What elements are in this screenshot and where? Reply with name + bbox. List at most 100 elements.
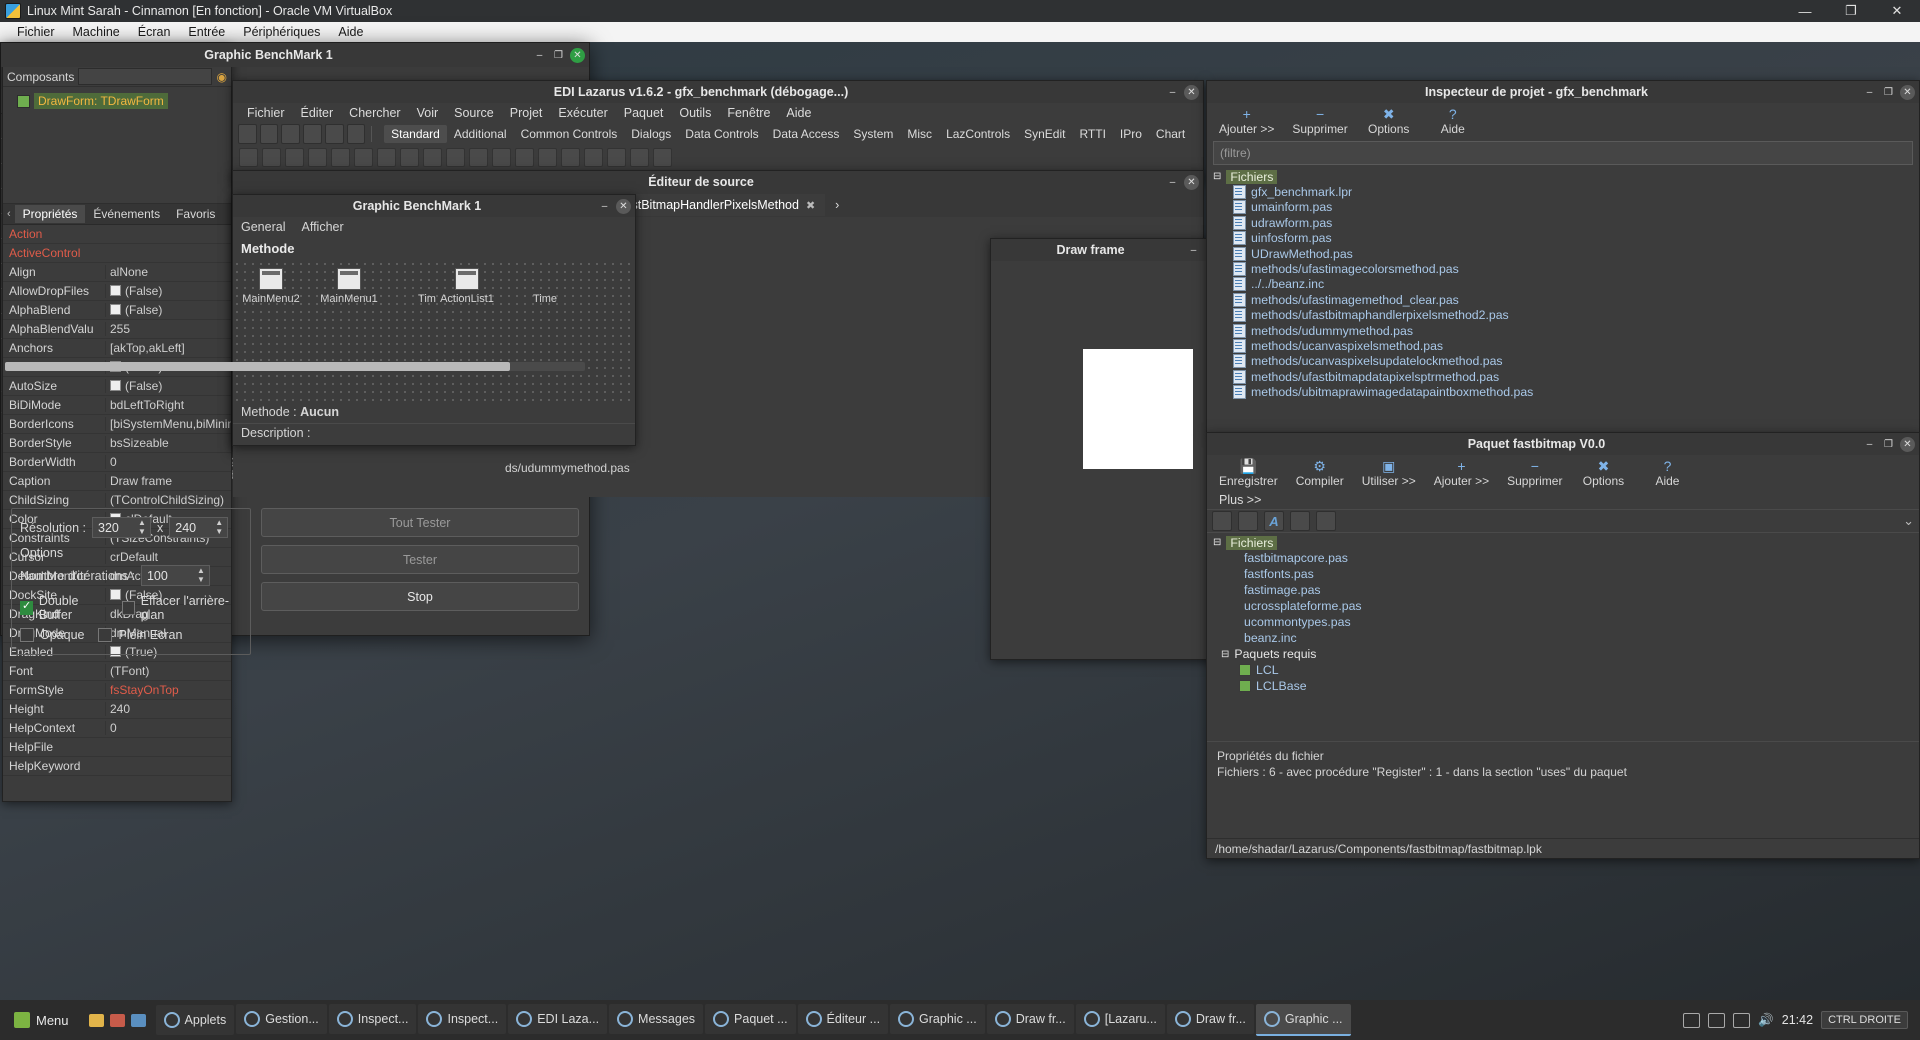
checkbox-row-2[interactable]: Opaque Plein Ecran <box>20 628 242 642</box>
scrollbar-thumb[interactable] <box>5 362 510 371</box>
groupbox-icon[interactable] <box>584 147 603 167</box>
gb-small-titlebar[interactable]: Graphic BenchMark 1 – ✕ <box>233 195 635 217</box>
files-icon[interactable] <box>88 1013 104 1027</box>
property-row[interactable]: AutoSize (False) <box>3 377 231 396</box>
terminal-icon[interactable] <box>130 1013 146 1027</box>
gb-small-tab-general[interactable]: General <box>241 220 301 234</box>
paquet-file-item[interactable]: ucrossplateforme.pas <box>1213 598 1919 614</box>
paquet-file-item[interactable]: ucommontypes.pas <box>1213 614 1919 630</box>
chevron-down-icon[interactable]: ⌄ <box>1903 513 1914 529</box>
tab-favoris[interactable]: Favoris <box>168 205 223 223</box>
tab-evenements[interactable]: Événements <box>85 205 168 223</box>
components-row[interactable]: Composants ◉ <box>3 67 231 87</box>
property-row[interactable]: BorderStyle bsSizeable <box>3 434 231 453</box>
checkbox-row-1[interactable]: Double Buffer Effacer l'arrière-plan <box>20 594 242 622</box>
component-mainmenu2[interactable]: MainMenu2 <box>241 268 301 305</box>
paquet-file-tree[interactable]: ⊟ Fichiers fastbitmapcore.pas fastfonts.pas… <box>1207 533 1919 741</box>
taskbar[interactable]: Menu Applets Gestion... Inspect... Inspect… <box>0 1000 1920 1040</box>
object-tree-row[interactable]: DrawForm: TDrawForm <box>7 93 227 109</box>
property-row[interactable]: AllowDropFiles (False) <box>3 282 231 301</box>
project-inspector-toolbar[interactable]: + Ajouter >> − Supprimer ✖ Options? Aide <box>1207 103 1919 139</box>
vbox-menu-machine[interactable]: Machine <box>64 25 129 39</box>
checkbox-icon[interactable] <box>469 147 488 167</box>
property-value[interactable]: bdLeftToRight <box>105 398 231 412</box>
benchmark-options-box[interactable]: Résolution : 320 ▲ ▼ x 240 ▲ ▼ Options Nom… <box>11 508 251 655</box>
tabs-scroll-left-icon[interactable]: ‹ <box>3 208 15 220</box>
property-value[interactable]: (False) <box>105 379 231 393</box>
save-all-icon[interactable] <box>324 124 344 144</box>
project-inspector-window[interactable]: Inspecteur de projet - gfx_benchmark – ❐… <box>1206 80 1920 434</box>
vbox-menu-entree[interactable]: Entrée <box>179 25 234 39</box>
property-row[interactable]: HelpFile <box>3 738 231 757</box>
property-row[interactable]: HelpKeyword <box>3 757 231 776</box>
components-combo[interactable] <box>78 68 212 85</box>
quick-launch[interactable] <box>81 1013 154 1027</box>
radiobutton-icon[interactable] <box>492 147 511 167</box>
popupmenu-icon[interactable] <box>331 147 350 167</box>
paquet-utiliser-button[interactable]: ▣ Utiliser >> <box>1362 458 1416 488</box>
paquet-ajouter-button[interactable]: + Ajouter >> <box>1434 458 1489 488</box>
taskbar-item[interactable]: Inspect... <box>418 1004 507 1034</box>
options-icon[interactable] <box>1238 511 1258 531</box>
property-value[interactable]: (TControlChildSizing) <box>105 493 231 507</box>
project-file-item[interactable]: methods/ucanvaspixelsupdatelockmethod.pa… <box>1213 354 1919 369</box>
close-icon[interactable]: ✕ <box>570 47 585 63</box>
tray-icon-2[interactable] <box>1708 1012 1726 1028</box>
property-row[interactable]: Font (TFont) <box>3 662 231 681</box>
plein-ecran-checkbox[interactable] <box>98 628 113 642</box>
minimize-icon[interactable]: – <box>1862 85 1877 100</box>
move-down-icon[interactable] <box>1316 511 1336 531</box>
move-up-icon[interactable] <box>1290 511 1310 531</box>
components-pin-icon[interactable]: ◉ <box>217 70 227 84</box>
taskbar-item[interactable]: Paquet ... <box>705 1004 796 1034</box>
close-icon[interactable]: ✕ <box>1184 84 1199 100</box>
new-file-icon[interactable] <box>238 124 257 144</box>
ide-menubar[interactable]: Fichier Éditer Chercher Voir Source Projet Exé… <box>233 103 1203 123</box>
stop-button[interactable]: Stop <box>261 582 579 611</box>
paquet-window-controls[interactable]: – ❐ ✕ <box>1862 436 1915 452</box>
property-row[interactable]: Caption Draw frame <box>3 472 231 491</box>
taskbar-item[interactable]: Éditeur ... <box>797 1004 889 1034</box>
project-options-button[interactable]: ✖ Options <box>1366 106 1412 136</box>
paquet-required-item[interactable]: LCL <box>1213 662 1919 678</box>
minimize-icon[interactable]: – <box>1165 175 1180 190</box>
togglebox-icon[interactable] <box>446 147 465 167</box>
taskbar-item[interactable]: Graphic ... <box>890 1004 985 1034</box>
paquet-required-item[interactable]: LCLBase <box>1213 678 1919 694</box>
palette-tab-dataaccess[interactable]: Data Access <box>766 125 847 143</box>
palette-tab-synedit[interactable]: SynEdit <box>1017 125 1072 143</box>
resolution-height-spinner[interactable]: 240 ▲ ▼ <box>169 517 229 538</box>
paquet-window[interactable]: Paquet fastbitmap V0.0 – ❐ ✕ 💾 Enregistre… <box>1206 432 1920 859</box>
source-editor-window-controls[interactable]: – ✕ <box>1165 174 1199 190</box>
palette-tab-rtti[interactable]: RTTI <box>1072 125 1112 143</box>
vbox-close-button[interactable]: ✕ <box>1874 0 1920 22</box>
benchmark-titlebar[interactable]: Graphic BenchMark 1 – ❐ ✕ <box>1 43 589 67</box>
property-value[interactable]: 240 <box>105 702 231 716</box>
project-filter-input[interactable]: (filtre) <box>1213 141 1913 165</box>
vbox-maximize-button[interactable]: ❐ <box>1828 0 1874 22</box>
taskbar-item[interactable]: Draw fr... <box>986 1004 1074 1034</box>
palette-tab-misc[interactable]: Misc <box>900 125 939 143</box>
scrollbar-icon[interactable] <box>561 147 580 167</box>
property-value[interactable]: Draw frame <box>105 474 231 488</box>
paquet-file-item[interactable]: fastfonts.pas <box>1213 566 1919 582</box>
tester-button[interactable]: Tester <box>261 545 579 574</box>
project-file-item[interactable]: UDrawMethod.pas <box>1213 246 1919 261</box>
ide-window-controls[interactable]: – ✕ <box>1165 84 1199 100</box>
vbox-menu-aide[interactable]: Aide <box>329 25 372 39</box>
mainmenu-icon[interactable] <box>308 147 327 167</box>
property-value[interactable]: 0 <box>105 455 231 469</box>
project-file-item[interactable]: gfx_benchmark.lpr <box>1213 184 1919 200</box>
gb-small-tab-afficher[interactable]: Afficher <box>301 220 343 234</box>
taskbar-item[interactable]: Messages <box>609 1004 704 1034</box>
close-icon[interactable]: ✕ <box>1900 84 1915 100</box>
property-row[interactable]: BorderIcons [biSystemMenu,biMinimiz <box>3 415 231 434</box>
property-row[interactable]: Align alNone <box>3 263 231 282</box>
palette-tab-ipro[interactable]: IPro <box>1113 125 1149 143</box>
property-row[interactable]: ActiveControl <box>3 244 231 263</box>
property-row[interactable]: BorderWidth 0 <box>3 453 231 472</box>
palette-tab-additional[interactable]: Additional <box>447 125 514 143</box>
tray-icon-1[interactable] <box>1683 1012 1701 1028</box>
project-aide-button[interactable]: ? Aide <box>1430 106 1476 136</box>
project-file-item[interactable]: methods/ufastimagecolorsmethod.pas <box>1213 261 1919 277</box>
